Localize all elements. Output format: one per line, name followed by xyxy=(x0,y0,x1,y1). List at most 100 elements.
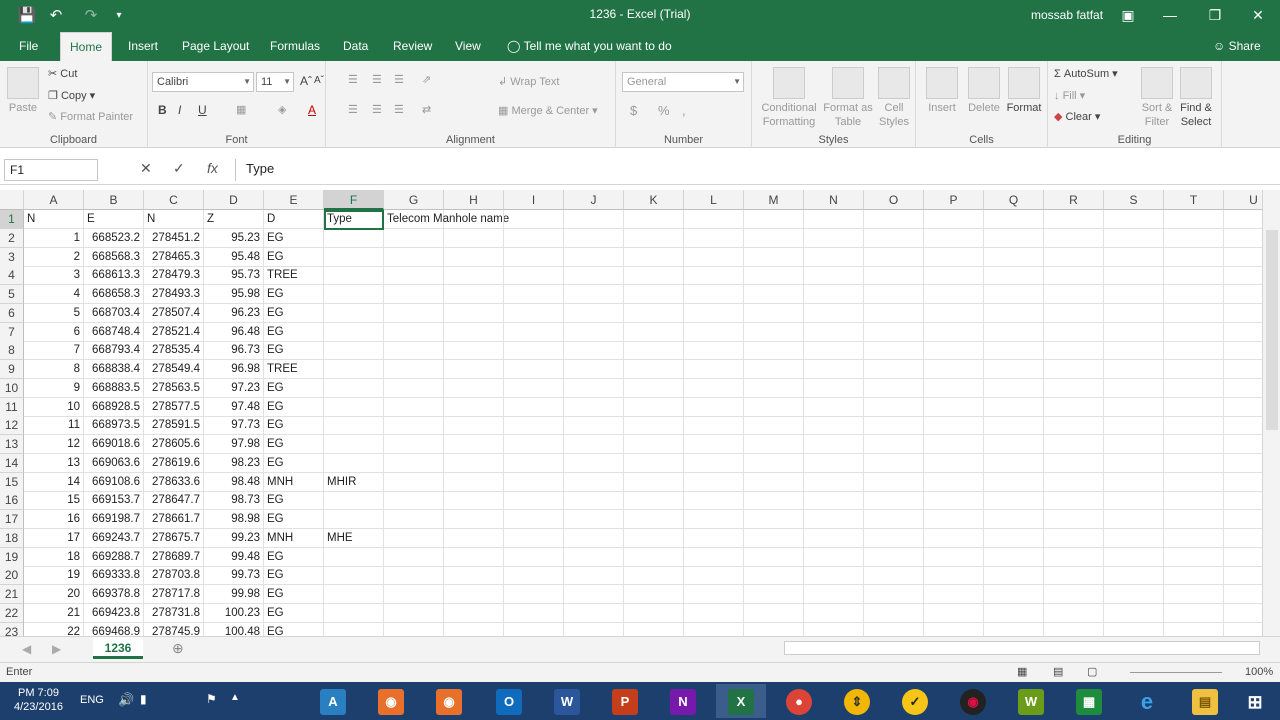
cell-d13[interactable]: 97.98 xyxy=(204,435,264,454)
taskbar-app-store[interactable]: ▦ xyxy=(1064,684,1114,718)
cell-e1[interactable]: D xyxy=(264,210,324,229)
cell-k1[interactable] xyxy=(624,210,684,229)
cell-i2[interactable] xyxy=(504,228,564,248)
cell-q23[interactable] xyxy=(984,622,1044,636)
cell-j7[interactable] xyxy=(564,322,624,342)
cell-m19[interactable] xyxy=(744,547,804,567)
cell-j2[interactable] xyxy=(564,228,624,248)
cell-k3[interactable] xyxy=(624,247,684,267)
cell-q18[interactable] xyxy=(984,528,1044,548)
cell-n10[interactable] xyxy=(804,378,864,398)
cell-l6[interactable] xyxy=(684,303,744,323)
row-header-7[interactable]: 7 xyxy=(0,322,24,342)
column-header-u[interactable]: U xyxy=(1224,190,1262,210)
cell-r22[interactable] xyxy=(1044,603,1104,623)
cell-f10[interactable] xyxy=(324,378,384,398)
cell-i14[interactable] xyxy=(504,453,564,473)
cell-i12[interactable] xyxy=(504,416,564,436)
cell-d12[interactable]: 97.73 xyxy=(204,416,264,436)
cell-g17[interactable] xyxy=(384,510,444,529)
cell-d1[interactable]: Z xyxy=(204,210,264,229)
cell-q9[interactable] xyxy=(984,360,1044,379)
cell-n5[interactable] xyxy=(804,285,864,304)
row-header-21[interactable]: 21 xyxy=(0,585,24,604)
cell-d7[interactable]: 96.48 xyxy=(204,322,264,342)
cell-n3[interactable] xyxy=(804,247,864,267)
cell-l20[interactable] xyxy=(684,566,744,586)
cell-k22[interactable] xyxy=(624,603,684,623)
cell-g13[interactable] xyxy=(384,435,444,454)
cell-t8[interactable] xyxy=(1164,341,1224,361)
cell-h1[interactable] xyxy=(444,210,504,229)
cell-s6[interactable] xyxy=(1104,303,1164,323)
cell-j18[interactable] xyxy=(564,528,624,548)
cell-f5[interactable] xyxy=(324,285,384,304)
cell-e20[interactable]: EG xyxy=(264,566,324,586)
cell-f2[interactable] xyxy=(324,228,384,248)
cell-r21[interactable] xyxy=(1044,585,1104,604)
column-header-g[interactable]: G xyxy=(384,190,444,210)
cell-h15[interactable] xyxy=(444,472,504,492)
cell-t6[interactable] xyxy=(1164,303,1224,323)
cell-d22[interactable]: 100.23 xyxy=(204,603,264,623)
cell-r17[interactable] xyxy=(1044,510,1104,529)
cell-l2[interactable] xyxy=(684,228,744,248)
cell-d20[interactable]: 99.73 xyxy=(204,566,264,586)
cell-m14[interactable] xyxy=(744,453,804,473)
cell-p20[interactable] xyxy=(924,566,984,586)
cell-u17[interactable] xyxy=(1224,510,1262,529)
copy-button[interactable]: ❐ Copy ▾ xyxy=(48,89,95,102)
cell-m16[interactable] xyxy=(744,491,804,511)
start-button[interactable]: ⊞ xyxy=(1230,684,1280,718)
percent-icon[interactable]: % xyxy=(658,103,670,118)
row-header-1[interactable]: 1 xyxy=(0,210,24,229)
cell-a18[interactable]: 17 xyxy=(24,528,84,548)
cell-i3[interactable] xyxy=(504,247,564,267)
cell-o7[interactable] xyxy=(864,322,924,342)
cell-i19[interactable] xyxy=(504,547,564,567)
cell-n7[interactable] xyxy=(804,322,864,342)
tab-file[interactable]: File xyxy=(10,32,47,61)
cell-f6[interactable] xyxy=(324,303,384,323)
cell-t16[interactable] xyxy=(1164,491,1224,511)
cell-u14[interactable] xyxy=(1224,454,1262,473)
column-header-b[interactable]: B xyxy=(84,190,144,210)
cell-d5[interactable]: 95.98 xyxy=(204,285,264,304)
cell-a1[interactable]: N xyxy=(24,210,84,229)
cell-e12[interactable]: EG xyxy=(264,416,324,436)
cell-b17[interactable]: 669198.7 xyxy=(84,510,144,529)
cell-l10[interactable] xyxy=(684,378,744,398)
taskbar-app-onenote[interactable]: N xyxy=(658,684,708,718)
cell-k17[interactable] xyxy=(624,510,684,529)
cell-o2[interactable] xyxy=(864,228,924,248)
cell-n20[interactable] xyxy=(804,566,864,586)
taskbar-app-explorer[interactable]: ▤ xyxy=(1180,684,1230,718)
tell-me-box[interactable]: ◯ Tell me what you want to do xyxy=(498,32,681,61)
cell-h13[interactable] xyxy=(444,435,504,454)
cell-j3[interactable] xyxy=(564,247,624,267)
cell-f22[interactable] xyxy=(324,603,384,623)
cell-i22[interactable] xyxy=(504,603,564,623)
cell-j23[interactable] xyxy=(564,622,624,636)
cell-t7[interactable] xyxy=(1164,322,1224,342)
prev-sheet-icon[interactable]: ◀ xyxy=(22,642,31,656)
cell-e8[interactable]: EG xyxy=(264,341,324,361)
cell-b4[interactable]: 668613.3 xyxy=(84,266,144,286)
column-header-o[interactable]: O xyxy=(864,190,924,210)
cell-r7[interactable] xyxy=(1044,322,1104,342)
cell-r15[interactable] xyxy=(1044,472,1104,492)
row-header-11[interactable]: 11 xyxy=(0,397,24,417)
cell-u5[interactable] xyxy=(1224,285,1262,304)
cell-d8[interactable]: 96.73 xyxy=(204,341,264,361)
column-header-s[interactable]: S xyxy=(1104,190,1164,210)
close-button[interactable]: ✕ xyxy=(1238,4,1278,26)
cell-r11[interactable] xyxy=(1044,397,1104,417)
cell-o6[interactable] xyxy=(864,303,924,323)
cell-s9[interactable] xyxy=(1104,360,1164,379)
language-indicator[interactable]: ENG xyxy=(80,694,104,706)
cell-k21[interactable] xyxy=(624,585,684,604)
cell-u8[interactable] xyxy=(1224,341,1262,361)
tab-data[interactable]: Data xyxy=(334,32,377,61)
column-header-f[interactable]: F xyxy=(324,190,384,210)
cell-g19[interactable] xyxy=(384,547,444,567)
